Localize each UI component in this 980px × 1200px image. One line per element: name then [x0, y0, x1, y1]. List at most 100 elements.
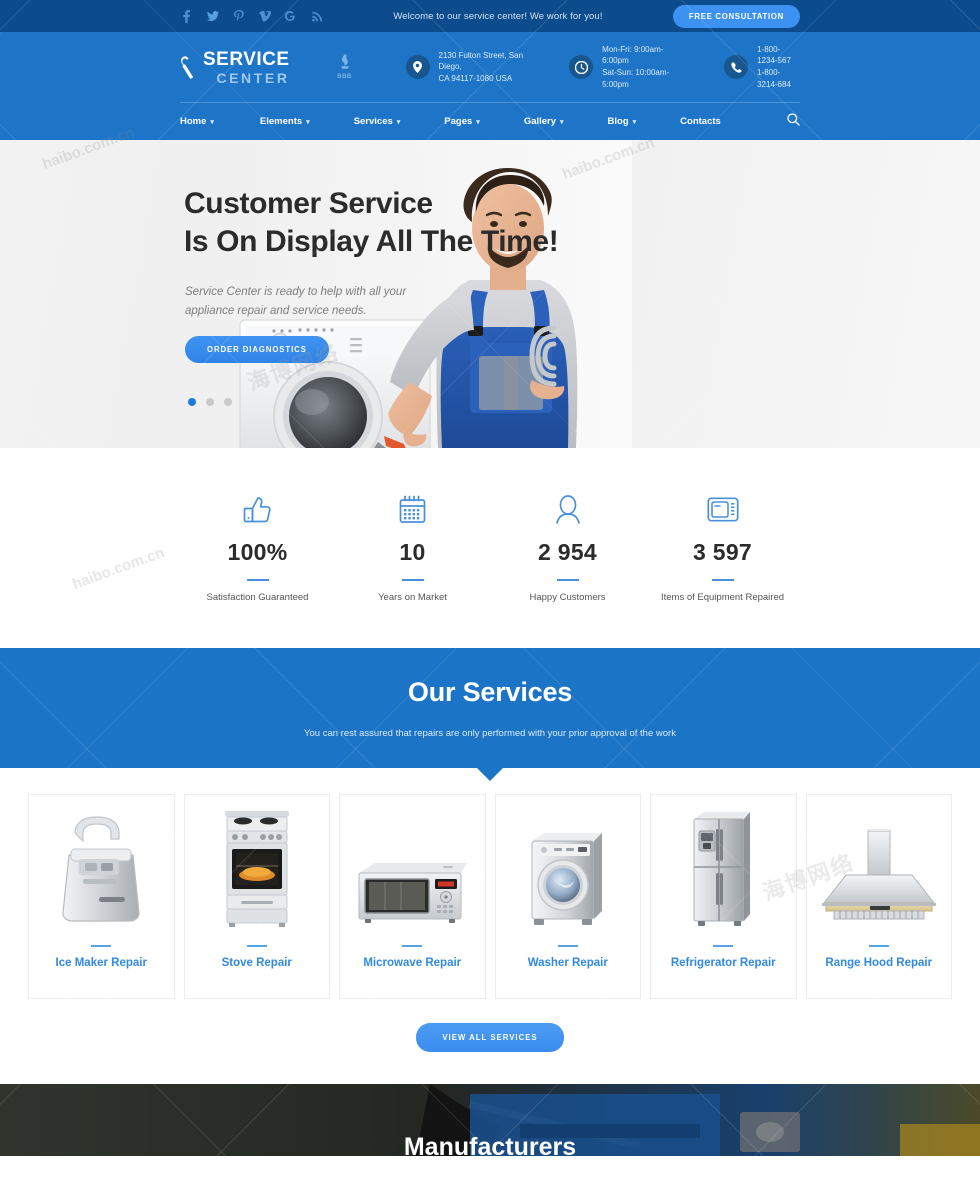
nav-item-gallery[interactable]: Gallery ▾ — [524, 116, 564, 127]
hours-line-1: Mon-Fri: 9:00am-6:00pm — [602, 44, 664, 66]
address-line-1: 2130 Fulton Street, San Diego, — [438, 50, 524, 72]
order-diagnostics-button[interactable]: ORDER DIAGNOSTICS — [185, 336, 329, 363]
nav-item-elements[interactable]: Elements ▾ — [260, 116, 310, 127]
service-card-ice-maker[interactable]: Ice Maker Repair — [28, 794, 175, 999]
stat-number: 100% — [227, 538, 288, 565]
nav-item-home[interactable]: Home ▾ — [180, 116, 214, 127]
top-bar: Welcome to our service center! We work f… — [0, 0, 980, 32]
hours-info: Mon-Fri: 9:00am-6:00pm Sat-Sun: 10:00am-… — [569, 44, 676, 90]
nav-label: Blog — [607, 116, 629, 127]
main-navigation: Home ▾ Elements ▾ Services ▾ Pages ▾ Gal… — [180, 112, 800, 131]
calendar-icon — [335, 494, 490, 526]
microwave-image — [355, 809, 470, 927]
card-divider — [246, 945, 267, 947]
service-card-range-hood[interactable]: Range Hood Repair — [805, 794, 952, 999]
view-all-services-button[interactable]: VIEW ALL SERVICES — [416, 1023, 564, 1052]
bbb-torch-icon — [340, 54, 349, 69]
card-divider — [402, 945, 423, 947]
free-consultation-button[interactable]: FREE CONSULTATION — [672, 4, 800, 28]
main-navigation-bar: Home ▾ Elements ▾ Services ▾ Pages ▾ Gal… — [180, 102, 800, 140]
phone-line-2: 1-800-3214-684 — [757, 68, 791, 89]
service-card-title: Microwave Repair — [363, 957, 462, 969]
card-divider — [91, 945, 112, 947]
refrigerator-image — [688, 809, 758, 927]
banner-arrow — [476, 767, 504, 781]
stat-divider — [711, 578, 734, 581]
services-title: Our Services — [407, 677, 573, 707]
hero-title: Customer Service Is On Display All The T… — [184, 185, 559, 262]
stat-label: Years on Market — [378, 591, 447, 603]
service-card-stove[interactable]: Stove Repair — [183, 794, 330, 999]
address-info: 2130 Fulton Street, San Diego, CA 94117-… — [405, 50, 527, 85]
clock-icon — [569, 55, 594, 79]
nav-label: Contacts — [680, 116, 721, 127]
service-card-washer[interactable]: Washer Repair — [494, 794, 641, 999]
stat-item: 100% Satisfaction Guaranteed — [180, 494, 335, 603]
stat-label: Items of Equipment Repaired — [660, 591, 785, 603]
services-subtitle: You can rest assured that repairs are on… — [304, 728, 676, 739]
nav-item-blog[interactable]: Blog ▾ — [608, 116, 637, 127]
nav-item-services[interactable]: Services ▾ — [354, 116, 401, 127]
nav-item-pages[interactable]: Pages ▾ — [444, 116, 480, 127]
nav-label: Pages — [444, 116, 473, 127]
manufacturers-title: Manufacturers — [403, 1133, 577, 1156]
nav-label: Elements — [259, 116, 303, 127]
view-all-wrapper: VIEW ALL SERVICES — [0, 999, 980, 1084]
twitter-icon[interactable] — [206, 9, 219, 23]
page-root: Welcome to our service center! We work f… — [0, 0, 980, 1200]
stat-divider — [401, 578, 424, 581]
chevron-down-icon: ▾ — [476, 118, 480, 126]
stat-number: 3 597 — [692, 538, 753, 565]
microwave-icon — [645, 494, 800, 526]
card-divider — [557, 945, 578, 947]
google-plus-icon[interactable] — [284, 9, 297, 23]
stat-item: 3 597 Items of Equipment Repaired — [645, 494, 800, 603]
address-line-2: CA 94117-1080 USA — [438, 73, 513, 83]
nav-label: Services — [353, 116, 393, 127]
facebook-icon[interactable] — [180, 9, 193, 23]
stove-image — [219, 809, 295, 927]
service-card-title: Stove Repair — [221, 957, 292, 969]
nav-label: Gallery — [523, 116, 557, 127]
hours-line-2: Sat-Sun: 10:00am-5:00pm — [602, 68, 670, 89]
card-divider — [868, 945, 889, 947]
stat-divider — [246, 578, 269, 581]
logo-top-text: SERVICE — [203, 48, 290, 70]
service-card-title: Range Hood Repair — [825, 957, 933, 969]
services-grid-section: Ice Maker Repair Stove Repair Microwave … — [0, 768, 980, 1084]
vimeo-icon[interactable] — [258, 9, 271, 23]
stat-label: Satisfaction Guaranteed — [206, 591, 309, 603]
user-icon — [490, 494, 645, 526]
bbb-accreditation-logo: BBB — [334, 54, 356, 80]
service-card-title: Washer Repair — [527, 957, 608, 969]
service-card-refrigerator[interactable]: Refrigerator Repair — [650, 794, 797, 999]
chevron-down-icon: ▾ — [210, 118, 214, 126]
stat-number: 2 954 — [537, 538, 598, 565]
hero-subtitle-line-1: Service Center is ready to help with all… — [185, 286, 407, 298]
site-header: SERVICE CENTER BBB 2130 Fulton Street, S… — [0, 32, 980, 140]
services-grid: Ice Maker Repair Stove Repair Microwave … — [28, 794, 952, 999]
wrench-icon — [180, 55, 197, 79]
stat-number: 10 — [399, 538, 426, 565]
stat-divider — [556, 578, 579, 581]
search-icon[interactable] — [787, 112, 800, 131]
chevron-down-icon: ▾ — [306, 118, 310, 126]
stat-label: Happy Customers — [529, 591, 606, 603]
chevron-down-icon: ▾ — [632, 118, 637, 126]
logo[interactable]: SERVICE CENTER — [180, 50, 290, 85]
hero-title-line-1: Customer Service — [184, 187, 433, 220]
slider-dot-2[interactable] — [206, 398, 214, 406]
welcome-message: Welcome to our service center! We work f… — [393, 10, 603, 22]
service-card-microwave[interactable]: Microwave Repair — [339, 794, 486, 999]
washer-image — [526, 809, 610, 927]
hero-subtitle-line-2: appliance repair and service needs. — [185, 304, 367, 317]
phone-info: 1-800-1234-567 1-800-3214-684 — [724, 44, 800, 90]
thumbs-up-icon — [180, 494, 335, 526]
slider-dot-1[interactable] — [188, 398, 196, 406]
nav-item-contacts[interactable]: Contacts — [680, 116, 721, 127]
hero-slider: Customer Service Is On Display All The T… — [0, 140, 980, 448]
slider-dot-3[interactable] — [224, 398, 232, 406]
rss-icon[interactable] — [310, 9, 323, 23]
stat-item: 2 954 Happy Customers — [490, 494, 645, 603]
pinterest-icon[interactable] — [232, 9, 245, 23]
